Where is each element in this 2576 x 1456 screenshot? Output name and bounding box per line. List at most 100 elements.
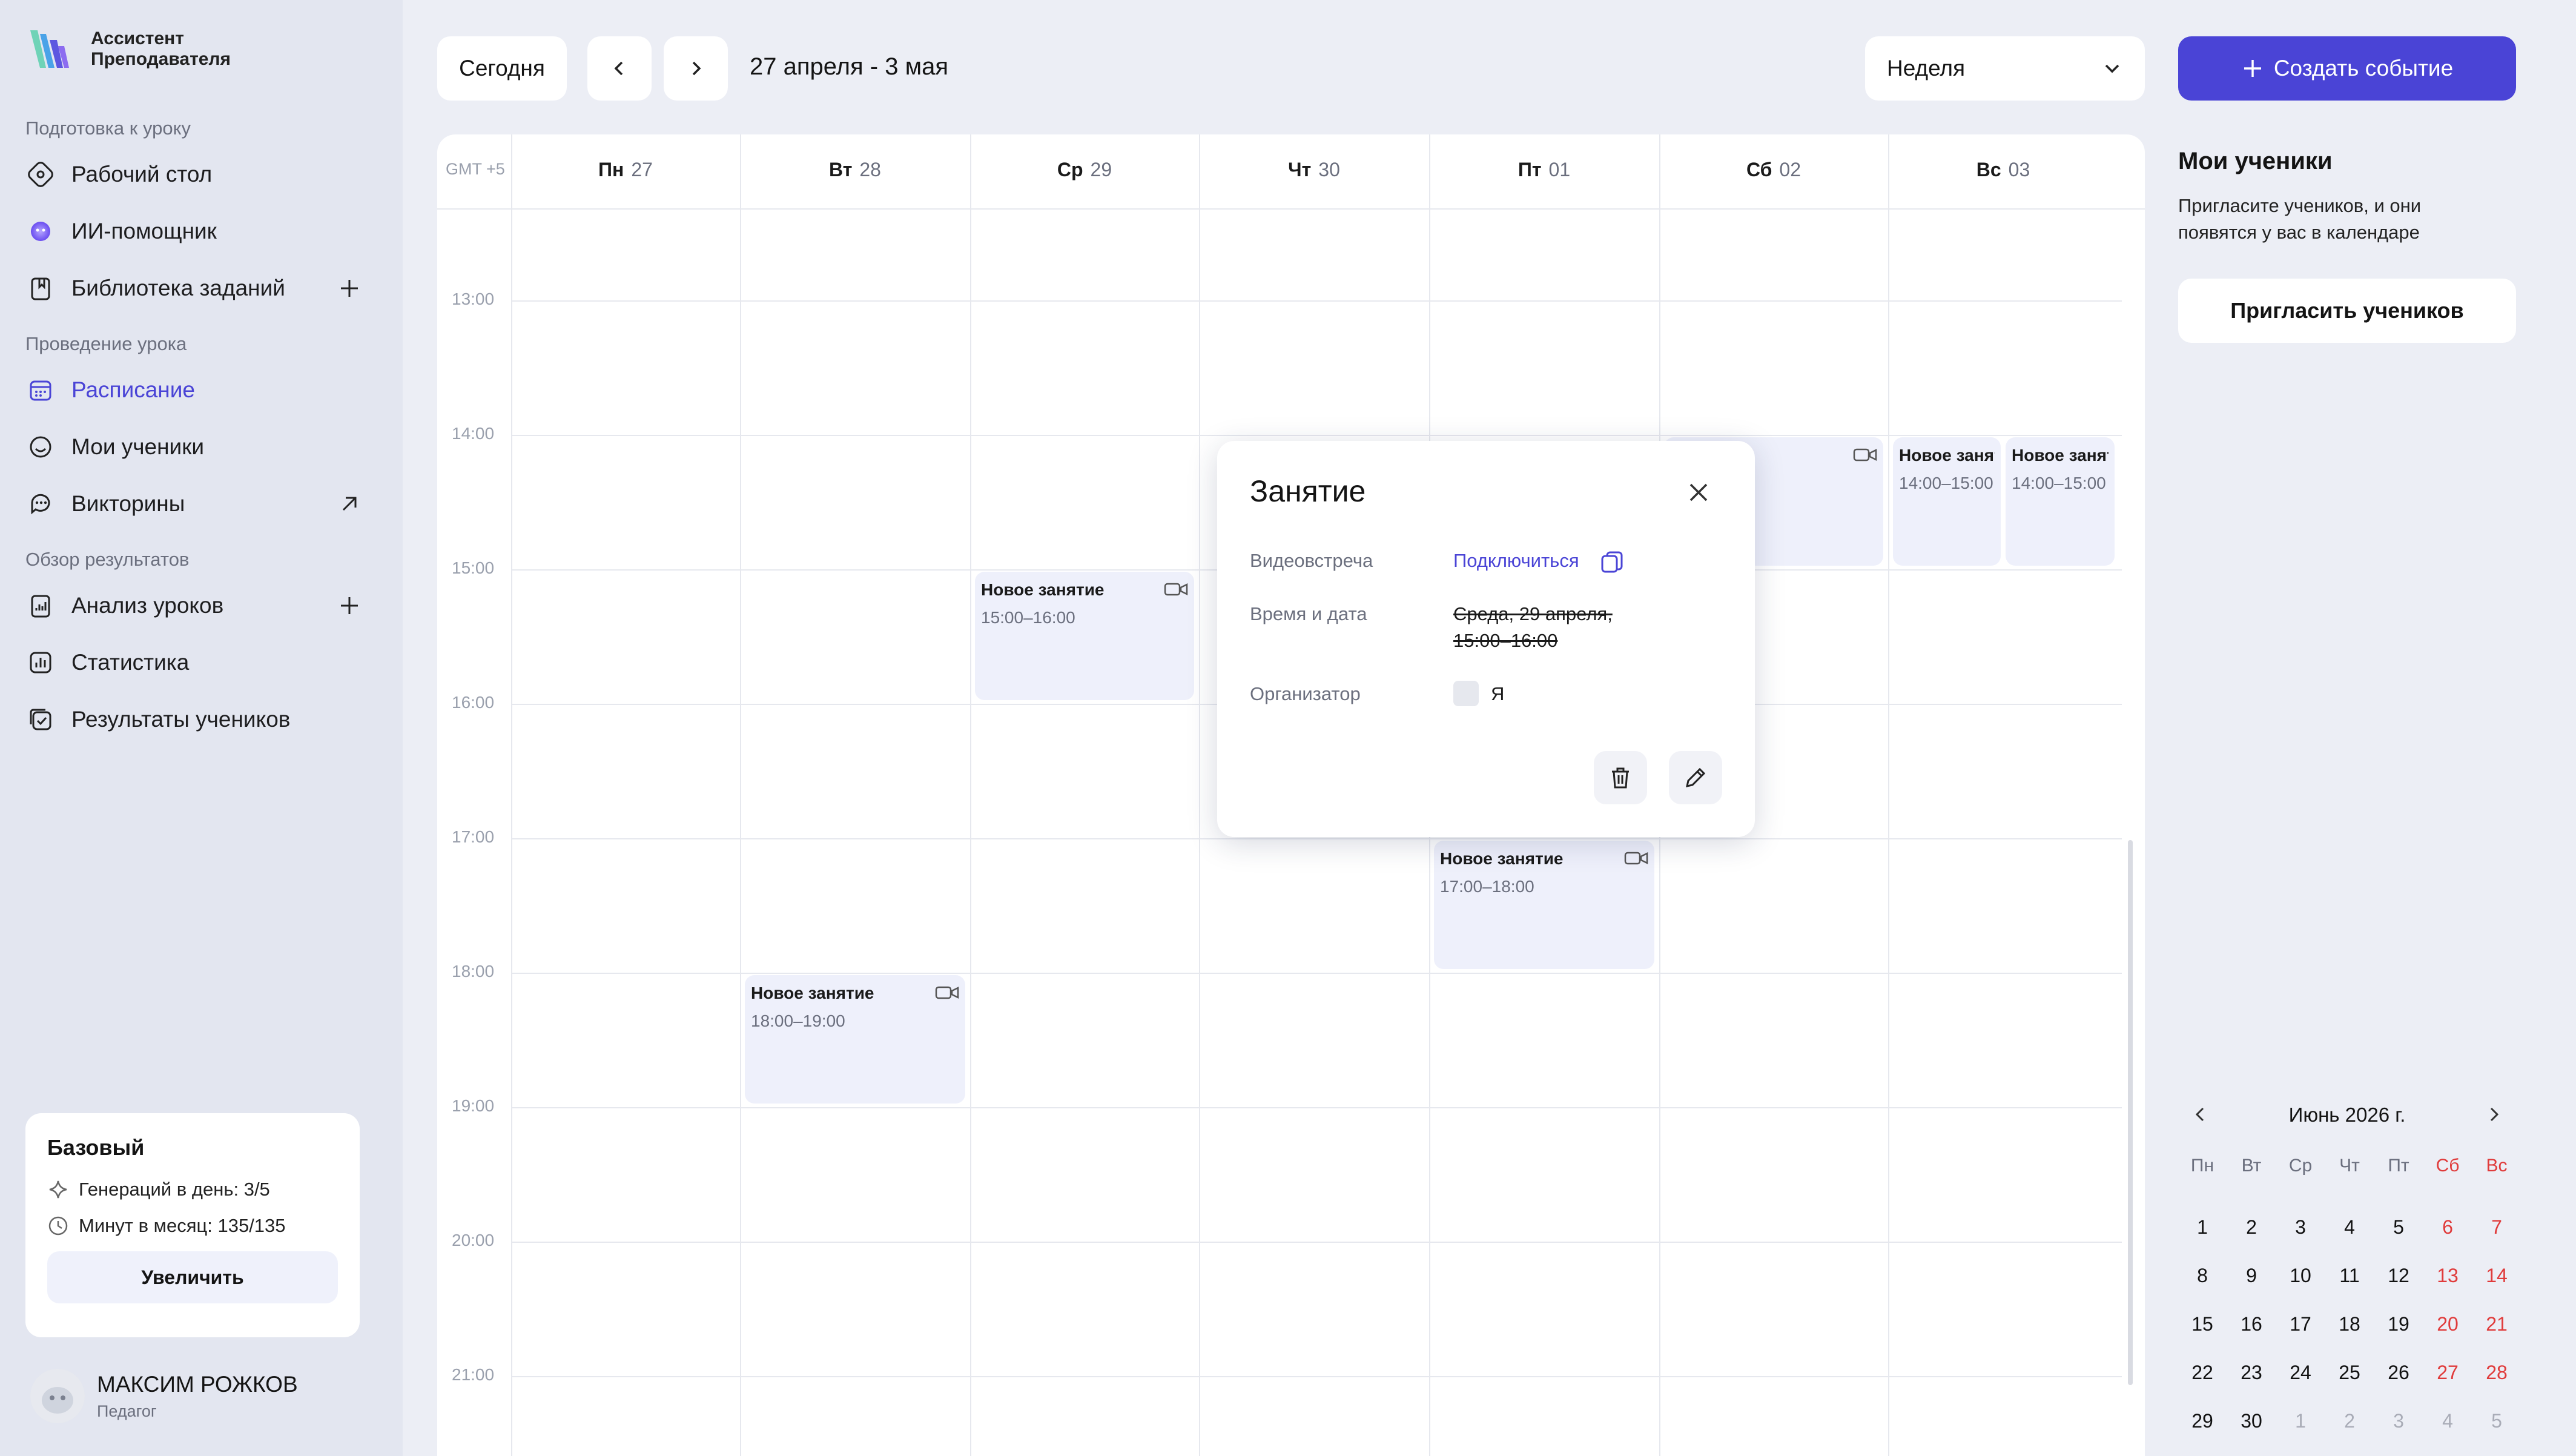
pencil-icon	[1686, 767, 1706, 787]
time-line1: Среда, 29 апреля,	[1453, 603, 1613, 624]
day-header-wed[interactable]: Ср 29	[970, 159, 1199, 181]
stats-icon	[25, 647, 56, 678]
add-icon[interactable]	[334, 273, 365, 303]
sidebar-item-quizzes[interactable]: Викторины	[25, 480, 365, 528]
mini-day[interactable]: 4	[2423, 1410, 2472, 1432]
logo[interactable]: Ассистент Преподавателя	[25, 22, 231, 76]
day-header-sat[interactable]: Сб 02	[1659, 159, 1888, 181]
mini-day[interactable]: 7	[2472, 1216, 2521, 1239]
grid-line	[1888, 134, 1889, 1456]
mini-day[interactable]: 6	[2423, 1216, 2472, 1239]
mini-day[interactable]: 5	[2374, 1216, 2423, 1239]
sidebar: Ассистент Преподавателя Подготовка к уро…	[0, 0, 403, 1456]
video-camera-icon	[1853, 448, 1877, 462]
mini-day[interactable]: 15	[2178, 1313, 2227, 1335]
mini-day[interactable]: 18	[2325, 1313, 2374, 1335]
mini-day[interactable]: 26	[2374, 1362, 2423, 1384]
mini-weekday: Чт	[2339, 1156, 2360, 1176]
mini-day[interactable]: 2	[2325, 1410, 2374, 1432]
day-header-tue[interactable]: Вт 28	[740, 159, 970, 181]
event-title: Новое занятие	[981, 580, 1105, 599]
day-weekday: Пн	[598, 159, 624, 180]
add-icon[interactable]	[334, 591, 365, 621]
day-number: 30	[1318, 159, 1340, 180]
mini-day[interactable]: 11	[2325, 1265, 2374, 1287]
mini-day[interactable]: 4	[2325, 1216, 2374, 1239]
mini-day[interactable]: 19	[2374, 1313, 2423, 1335]
calendar-scrollbar[interactable]	[2128, 840, 2133, 1385]
user-profile[interactable]: МАКСИМ РОЖКОВ Педагог	[30, 1369, 298, 1423]
mini-day[interactable]: 21	[2472, 1313, 2521, 1335]
grid-line	[511, 134, 512, 1456]
sidebar-item-label: Рабочий стол	[71, 162, 213, 187]
mini-day[interactable]: 24	[2276, 1362, 2325, 1384]
edit-button[interactable]	[1669, 751, 1722, 804]
day-header-mon[interactable]: Пн 27	[511, 159, 740, 181]
mini-day[interactable]: 1	[2178, 1216, 2227, 1239]
sidebar-item-statistics[interactable]: Статистика	[25, 638, 365, 687]
mini-day[interactable]: 25	[2325, 1362, 2374, 1384]
event-card[interactable]: Новое занятие 18:00–19:00	[745, 975, 965, 1104]
upgrade-button[interactable]: Увеличить	[47, 1251, 338, 1303]
day-weekday: Вс	[1976, 159, 2001, 180]
sidebar-item-desktop[interactable]: Рабочий стол	[25, 150, 365, 199]
mini-day[interactable]: 30	[2227, 1410, 2276, 1432]
view-select[interactable]: Неделя	[1865, 36, 2145, 101]
day-header-fri[interactable]: Пт 01	[1429, 159, 1659, 181]
copy-icon[interactable]	[1599, 548, 1627, 575]
join-link[interactable]: Подключиться	[1453, 550, 1579, 572]
next-week-button[interactable]	[664, 36, 728, 101]
mini-day[interactable]: 3	[2276, 1216, 2325, 1239]
sidebar-item-lesson-analysis[interactable]: Анализ уроков	[25, 581, 365, 630]
logo-line2: Преподавателя	[91, 49, 231, 69]
day-weekday: Сб	[1746, 159, 1772, 180]
event-card[interactable]: Новое занятие 14:00–15:00	[2006, 437, 2115, 566]
date-range: 27 апреля - 3 мая	[750, 53, 948, 80]
event-card[interactable]: Новое занятие 17:00–18:00	[1434, 841, 1654, 969]
day-header-sun[interactable]: Вс 03	[1888, 159, 2118, 181]
analysis-icon	[25, 591, 56, 621]
sidebar-item-schedule[interactable]: Расписание	[25, 366, 365, 414]
mini-day[interactable]: 5	[2472, 1410, 2521, 1432]
mini-day[interactable]: 3	[2374, 1410, 2423, 1432]
prev-week-button[interactable]	[587, 36, 652, 101]
create-event-button[interactable]: Создать событие	[2178, 36, 2516, 101]
mini-day[interactable]: 23	[2227, 1362, 2276, 1384]
event-card[interactable]: Новое занятие 14:00–15:00	[1893, 437, 2001, 566]
mini-day[interactable]: 13	[2423, 1265, 2472, 1287]
trash-icon	[1612, 767, 1629, 789]
chevron-down-icon	[2105, 64, 2119, 73]
today-button[interactable]: Сегодня	[437, 36, 567, 101]
mini-day[interactable]: 8	[2178, 1265, 2227, 1287]
mini-day[interactable]: 12	[2374, 1265, 2423, 1287]
mini-day[interactable]: 9	[2227, 1265, 2276, 1287]
event-time: 14:00–15:00	[1899, 474, 1993, 492]
hour-label: 20:00	[452, 1231, 495, 1249]
view-select-value: Неделя	[1887, 56, 1966, 81]
sidebar-item-my-students[interactable]: Мои ученики	[25, 423, 365, 471]
mini-day[interactable]: 14	[2472, 1265, 2521, 1287]
close-icon[interactable]	[1685, 478, 1712, 506]
mini-day[interactable]: 16	[2227, 1313, 2276, 1335]
mini-day[interactable]: 22	[2178, 1362, 2227, 1384]
sidebar-item-label: Анализ уроков	[71, 593, 224, 618]
sidebar-item-ai-assistant[interactable]: ИИ-помощник	[25, 207, 365, 256]
delete-button[interactable]	[1594, 751, 1647, 804]
mini-day[interactable]: 28	[2472, 1362, 2521, 1384]
chevron-right-icon[interactable]	[2482, 1102, 2506, 1127]
external-link-icon[interactable]	[334, 489, 365, 519]
invite-students-button[interactable]: Пригласить учеников	[2178, 279, 2516, 343]
event-card[interactable]: Новое занятие 15:00–16:00	[975, 572, 1194, 700]
mini-day[interactable]: 20	[2423, 1313, 2472, 1335]
chat-icon	[25, 489, 56, 519]
day-header-thu[interactable]: Чт 30	[1199, 159, 1429, 181]
sidebar-item-student-results[interactable]: Результаты учеников	[25, 695, 365, 744]
mini-day[interactable]: 1	[2276, 1410, 2325, 1432]
mini-day[interactable]: 29	[2178, 1410, 2227, 1432]
mini-day[interactable]: 2	[2227, 1216, 2276, 1239]
mini-day[interactable]: 17	[2276, 1313, 2325, 1335]
mini-day[interactable]: 27	[2423, 1362, 2472, 1384]
desktop-icon	[25, 159, 56, 190]
mini-day[interactable]: 10	[2276, 1265, 2325, 1287]
sidebar-item-task-library[interactable]: Библиотека заданий	[25, 264, 365, 313]
